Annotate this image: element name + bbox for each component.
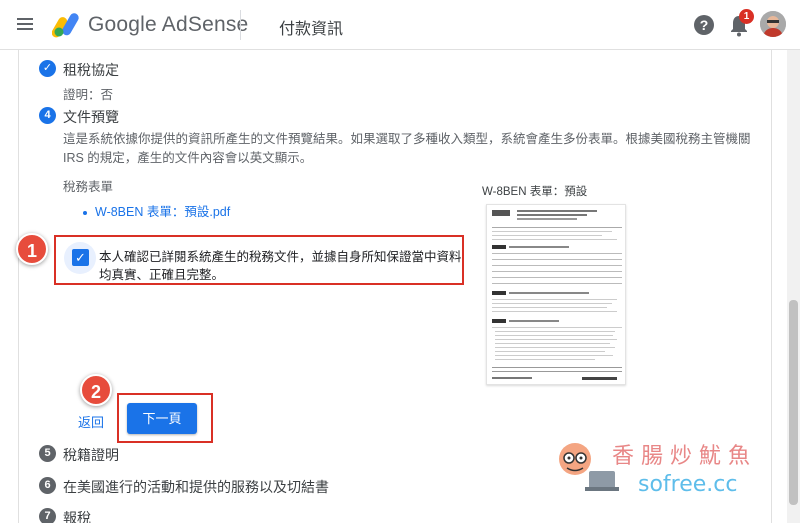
step-title-tax-report[interactable]: 報稅 — [63, 508, 91, 523]
annotation-badge-1: 1 — [16, 233, 48, 265]
step-summary-tax-agreement: 證明：否 — [63, 88, 114, 102]
w8ben-preview-thumbnail[interactable] — [486, 204, 626, 385]
document-preview-icon — [492, 210, 622, 380]
watermark-text-chinese: 香腸炒魷魚 — [612, 444, 758, 469]
top-app-bar: Google AdSense 付款資訊 ? 1 — [0, 0, 800, 50]
step-number-badge: 5 — [39, 445, 56, 462]
notification-count-badge: 1 — [739, 9, 754, 24]
step-number-badge: 6 — [39, 477, 56, 494]
scrollbar-thumb[interactable] — [789, 300, 798, 505]
next-button[interactable]: 下一頁 — [127, 403, 197, 434]
watermark-text-english: sofree.cc — [638, 472, 738, 497]
annotation-badge-2: 2 — [80, 374, 112, 406]
back-button[interactable]: 返回 — [78, 412, 104, 431]
step-number-badge: 7 — [39, 508, 56, 523]
step-check-icon: ✓ — [39, 60, 56, 77]
app-name: Google AdSense — [88, 13, 249, 36]
page-title: 付款資訊 — [279, 21, 344, 38]
avatar[interactable] — [760, 11, 786, 37]
forms-heading: 稅務表單 — [63, 180, 114, 194]
adsense-logo-icon — [52, 13, 79, 38]
form-list-item: W-8BEN 表單：預設.pdf — [83, 201, 230, 220]
step-title-us-activities[interactable]: 在美國進行的活動和提供的服務以及切結書 — [63, 477, 329, 497]
preview-label: W-8BEN 表單：預設 — [482, 186, 588, 198]
help-circle-icon[interactable]: ? — [694, 15, 714, 35]
step-title-tax-agreement: 租稅協定 — [63, 62, 119, 78]
step-title-tax-residency[interactable]: 稅籍證明 — [63, 445, 119, 465]
form-download-link[interactable]: W-8BEN 表單：預設.pdf — [95, 205, 230, 219]
bullet-icon — [83, 210, 87, 215]
step-title-doc-preview: 文件預覽 — [63, 109, 119, 125]
confirm-checkbox-label[interactable]: 本人確認已詳閱系統產生的稅務文件，並據自身所知保證當中資料均真實、正確且完整。 — [99, 248, 464, 284]
header-divider — [240, 10, 241, 40]
menu-icon[interactable] — [14, 14, 36, 36]
checkbox-checked-icon[interactable]: ✓ — [72, 249, 89, 266]
step-number-badge: 4 — [39, 107, 56, 124]
user-avatar-icon — [760, 11, 786, 37]
step-description: 這是系統依據你提供的資訊所產生的文件預覽結果。如果選取了多種收入類型，系統會產生… — [63, 132, 751, 165]
